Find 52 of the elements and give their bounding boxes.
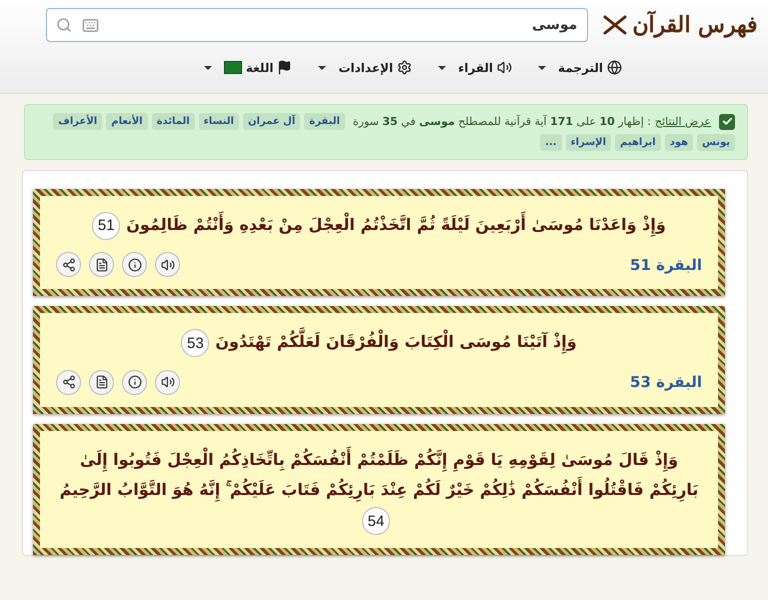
search-field[interactable]: موسى [46,8,588,42]
surah-tag[interactable]: البقرة [304,113,345,130]
surah-tag[interactable]: هود [664,134,694,151]
surah-tag[interactable]: يونس [697,134,735,151]
verse-reference[interactable]: البقرة 53 [630,373,702,392]
document-icon [94,375,108,390]
verse-number: 51 [92,212,120,240]
info-icon [128,258,142,272]
flag-icon [224,61,242,74]
share-icon [62,258,76,272]
nav-menu[interactable]: الإعدادات [318,60,412,75]
verse-reference[interactable]: البقرة 51 [630,256,702,274]
info-icon [128,375,142,390]
results-link[interactable]: عرض النتائج [655,115,711,128]
document-icon [94,258,108,272]
caret-icon [204,66,212,70]
surah-tag[interactable]: المائدة [152,113,195,130]
audio-button[interactable] [155,252,180,278]
site-logo[interactable]: فهرس القرآن [602,12,758,38]
caret-icon [538,66,546,70]
pdf-button[interactable] [89,370,114,395]
info-button[interactable] [122,252,147,278]
audio-button[interactable] [155,370,180,395]
search-icon[interactable] [56,17,72,33]
surah-tag[interactable]: الأنعام [106,113,148,130]
flag-icon [277,60,292,75]
nav-menu[interactable]: القراء [438,60,512,75]
surah-tag[interactable]: ... [540,134,562,151]
speaker-icon [497,60,512,75]
info-button[interactable] [122,370,147,395]
share-button[interactable] [56,252,81,278]
checkbox[interactable] [719,114,735,130]
surah-tag[interactable]: الأعراف [53,113,102,130]
surah-tag[interactable]: آل عمران [242,113,300,130]
nav-menu[interactable]: اللغة [204,60,292,75]
nav-menu[interactable]: الترجمة [538,60,622,75]
verse-number: 54 [362,507,390,536]
check-icon [722,116,732,127]
share-icon [62,375,76,390]
globe-icon [607,60,622,75]
keyboard-icon[interactable] [82,17,100,34]
caret-icon [438,66,446,70]
surah-tag[interactable]: ابراهيم [615,134,661,151]
surah-tag[interactable]: النساء [198,113,239,130]
surah-tag[interactable]: الإسراء [566,134,612,151]
pdf-button[interactable] [89,252,114,278]
settings-icon [397,60,412,75]
caret-icon [318,66,326,70]
speaker-icon [160,375,174,390]
speaker-icon [160,258,174,272]
verse-number: 53 [181,329,210,358]
share-button[interactable] [56,370,81,395]
